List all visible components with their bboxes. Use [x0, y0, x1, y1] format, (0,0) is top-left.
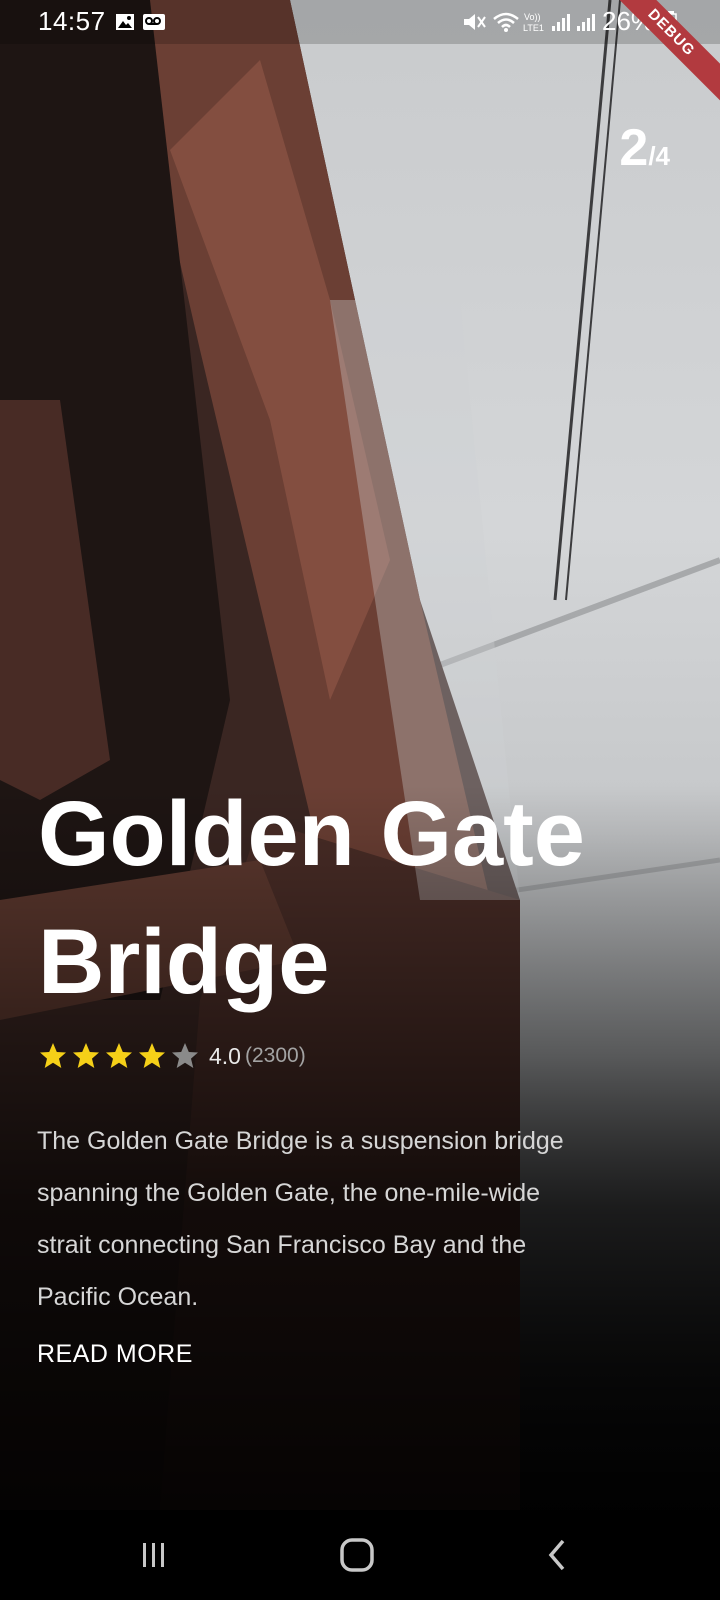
svg-text:LTE1: LTE1	[523, 23, 544, 33]
star-empty-icon	[172, 1043, 198, 1068]
image-icon	[115, 10, 135, 34]
home-button[interactable]	[327, 1532, 387, 1578]
signal-icon	[550, 10, 570, 34]
navigation-bar	[0, 1510, 720, 1600]
volte-icon: Vo)) LTE1	[523, 10, 547, 34]
mute-icon	[462, 10, 486, 34]
status-bar: 14:57 Vo)) LTE1 26%	[0, 0, 720, 44]
current-page: 2	[619, 119, 649, 177]
star-filled-icon	[40, 1043, 66, 1068]
screen: 14:57 Vo)) LTE1 26% DEBUG 2/4 Golden Gat…	[0, 0, 720, 1600]
signal-icon-2	[575, 10, 595, 34]
back-button[interactable]	[528, 1532, 588, 1578]
read-more-button[interactable]: READ MORE	[37, 1340, 193, 1369]
recents-icon	[143, 1543, 164, 1567]
rating-value: 4.0	[209, 1042, 241, 1069]
recents-button[interactable]	[124, 1532, 184, 1578]
total-pages: /4	[648, 141, 670, 171]
place-description: The Golden Gate Bridge is a suspension b…	[37, 1127, 564, 1311]
status-time: 14:57	[38, 6, 106, 36]
wifi-icon	[492, 10, 520, 34]
place-title: Golden Gate Bridge	[38, 783, 585, 1013]
star-rating	[38, 1041, 203, 1071]
rating-count: (2300)	[244, 1044, 306, 1067]
back-icon	[548, 1539, 565, 1571]
star-filled-icon	[73, 1043, 99, 1068]
voicemail-icon	[143, 10, 167, 34]
star-filled-icon	[139, 1043, 165, 1068]
star-filled-icon	[106, 1043, 132, 1068]
page-counter: 2/4	[619, 118, 670, 178]
home-icon	[340, 1538, 374, 1572]
svg-text:Vo)): Vo))	[524, 12, 541, 22]
rating-row: 4.0 (2300)	[38, 1040, 306, 1072]
